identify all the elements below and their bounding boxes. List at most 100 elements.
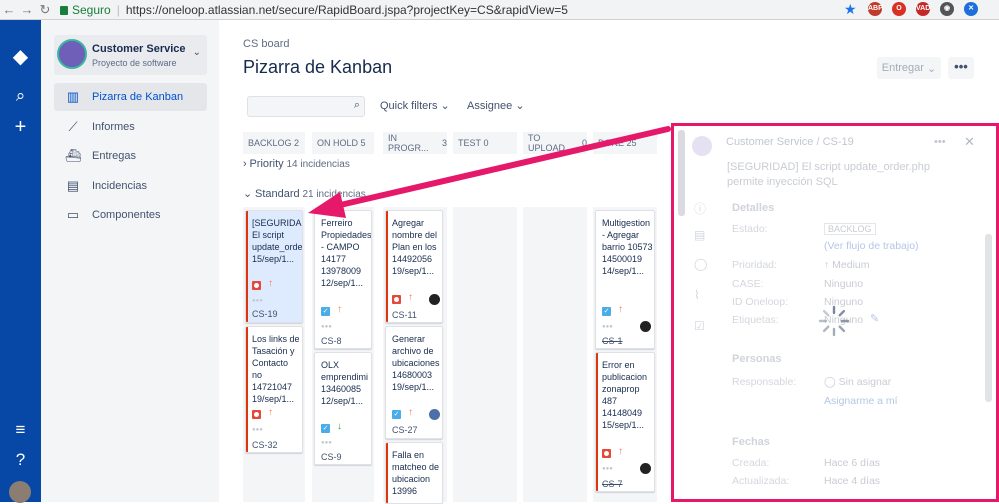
- bookmark-star-icon[interactable]: ★: [844, 1, 857, 18]
- close-icon[interactable]: ✕: [964, 134, 975, 150]
- panel-project[interactable]: Customer Service: [726, 136, 813, 148]
- column-to-upload: [523, 207, 587, 502]
- column-header-test[interactable]: TEST 0: [453, 132, 517, 154]
- back-icon[interactable]: ←: [0, 2, 18, 17]
- sidebar-item-incidencias[interactable]: ▤ Incidencias: [54, 172, 207, 200]
- subtask-icon[interactable]: ☑: [694, 319, 705, 333]
- issue-card[interactable]: OLX emprendimi 13460085 12/sep/1... ✓ ↓ …: [314, 352, 372, 465]
- project-switcher[interactable]: Customer Service Proyecto de software ⌄: [54, 35, 207, 75]
- global-navigation: ◆ ⌕ + ≡ ?: [0, 20, 41, 503]
- user-avatar[interactable]: [9, 481, 31, 503]
- assignee-avatar[interactable]: [640, 321, 651, 332]
- description-icon[interactable]: ▤: [694, 228, 705, 242]
- more-actions-button[interactable]: •••: [948, 57, 974, 79]
- issue-card[interactable]: Error en publicacion zonaprop 487 141480…: [595, 352, 655, 492]
- issue-card[interactable]: [SEGURIDAD] El script update_orde 15/sep…: [245, 210, 303, 323]
- ship-icon: ⛴: [64, 148, 82, 163]
- search-icon: ⌕: [353, 99, 360, 111]
- card-key[interactable]: CS-27: [392, 425, 418, 435]
- board-scrollbar[interactable]: [678, 130, 685, 216]
- project-avatar: [692, 136, 712, 156]
- issue-card[interactable]: Generar archivo de ubicaciones 14680003 …: [385, 326, 443, 439]
- card-key[interactable]: CS-8: [321, 336, 342, 346]
- column-header-in-progress[interactable]: IN PROGR... 3: [383, 132, 447, 154]
- swimlane-priority[interactable]: › Priority 14 incidencias: [243, 158, 350, 170]
- comment-icon[interactable]: ◯: [694, 257, 707, 271]
- reload-icon[interactable]: ↻: [36, 2, 54, 18]
- panel-more-icon[interactable]: •••: [934, 136, 946, 148]
- assign-to-me-link[interactable]: Asignarme a mí: [824, 395, 898, 407]
- issue-card[interactable]: Agregar nombre del Plan en los 14492056 …: [385, 210, 443, 323]
- adblock-extension-icon[interactable]: ABP: [868, 2, 883, 16]
- card-summary: Falla en matcheo de ubicacion 13996: [392, 450, 440, 496]
- view-workflow-link[interactable]: (Ver flujo de trabajo): [824, 240, 919, 252]
- status-badge[interactable]: BACKLOG: [824, 223, 876, 235]
- sidebar-item-componentes[interactable]: ▭ Componentes: [54, 201, 207, 229]
- issue-card[interactable]: Los links de Tasación y Contacto no 1472…: [245, 326, 303, 453]
- info-icon[interactable]: ⓘ: [694, 200, 706, 217]
- creada-value: Hace 6 días: [824, 457, 881, 469]
- issue-card[interactable]: Falla en matcheo de ubicacion 13996: [385, 442, 443, 504]
- task-check-icon: ✓: [602, 307, 611, 316]
- column-header-to-upload[interactable]: TO UPLOAD 0: [523, 132, 587, 154]
- sidebar-item-label: Informes: [92, 121, 135, 133]
- case-value[interactable]: Ninguno: [824, 278, 863, 290]
- issue-card[interactable]: Ferreiro Propiedades - CAMPO 14177 13978…: [314, 210, 372, 349]
- assignee-avatar[interactable]: [429, 294, 440, 305]
- task-check-icon: ✓: [321, 307, 330, 316]
- assignee-avatar[interactable]: [640, 463, 651, 474]
- column-name: DONE: [598, 138, 625, 148]
- panel-scrollbar[interactable]: [985, 234, 992, 402]
- release-button[interactable]: Entregar ⌄: [877, 57, 941, 79]
- column-header-done[interactable]: DONE 25: [593, 132, 657, 154]
- address-bar[interactable]: https://oneloop.atlassian.net/secure/Rap…: [126, 3, 568, 17]
- sidebar-item-informes[interactable]: ⟋ Informes: [54, 113, 207, 141]
- card-key[interactable]: CS-19: [252, 309, 278, 319]
- translate-extension-icon[interactable]: ◉: [940, 2, 954, 16]
- card-key[interactable]: CS-7: [602, 479, 623, 489]
- card-key[interactable]: CS-1: [602, 336, 623, 346]
- page-title: Pizarra de Kanban: [243, 57, 393, 77]
- chart-icon: ⟋: [68, 119, 78, 134]
- column-header-backlog[interactable]: BACKLOG 2: [243, 132, 305, 154]
- sidebar-item-label: Componentes: [92, 209, 161, 221]
- breadcrumb[interactable]: CS board: [243, 38, 289, 50]
- panel-breadcrumb[interactable]: Customer Service / CS-19: [726, 136, 854, 148]
- board-icon: ▥: [66, 89, 80, 104]
- etiquetas-label: Etiquetas:: [732, 314, 779, 326]
- secure-indicator[interactable]: Seguro: [60, 3, 111, 17]
- attachment-icon[interactable]: ⌇: [694, 288, 700, 302]
- create-plus-icon[interactable]: +: [0, 116, 41, 139]
- edit-pencil-icon[interactable]: ✎: [870, 312, 879, 325]
- sidebar-item-kanban[interactable]: ▥ Pizarra de Kanban: [54, 83, 207, 111]
- card-key[interactable]: CS-11: [392, 310, 417, 320]
- quick-filters-dropdown[interactable]: Quick filters ⌄: [380, 99, 450, 112]
- panel-issue-key[interactable]: CS-19: [823, 136, 854, 148]
- sidebar-item-label: Pizarra de Kanban: [92, 91, 184, 103]
- vad-extension-icon[interactable]: VAD: [916, 2, 930, 16]
- board-search-input[interactable]: ⌕: [247, 96, 365, 117]
- priority-value[interactable]: ↑ Medium: [824, 259, 870, 271]
- jira-logo-icon[interactable]: ◆: [0, 44, 41, 69]
- issue-card[interactable]: Multigestion - Agregar barrio 10573 1450…: [595, 210, 655, 349]
- opera-extension-icon[interactable]: O: [892, 2, 906, 16]
- assignee-avatar[interactable]: [429, 409, 440, 420]
- search-icon[interactable]: ⌕: [0, 86, 41, 106]
- task-check-icon: ✓: [392, 410, 401, 419]
- help-icon[interactable]: ?: [0, 450, 41, 470]
- column-count: 0: [483, 138, 489, 148]
- column-header-on-hold[interactable]: ON HOLD 5: [312, 132, 374, 154]
- responsable-value[interactable]: ◯ Sin asignar: [824, 376, 891, 388]
- swimlane-count: 21 incidencias: [302, 189, 366, 200]
- menu-icon[interactable]: ≡: [0, 420, 41, 440]
- card-key[interactable]: CS-32: [252, 440, 278, 450]
- sidebar-item-entregas[interactable]: ⛴ Entregas: [54, 142, 207, 170]
- forward-icon[interactable]: →: [18, 2, 36, 17]
- x-extension-icon[interactable]: ✕: [964, 2, 978, 16]
- status-dots: ●●●: [602, 466, 613, 472]
- swimlane-standard[interactable]: ⌄ Standard 21 incidencias: [243, 187, 366, 200]
- card-summary: OLX emprendimi 13460085 12/sep/1...: [321, 360, 369, 406]
- responsable-value-text: Sin asignar: [838, 376, 892, 388]
- assignee-dropdown[interactable]: Assignee ⌄: [467, 99, 525, 112]
- card-key[interactable]: CS-9: [321, 452, 342, 462]
